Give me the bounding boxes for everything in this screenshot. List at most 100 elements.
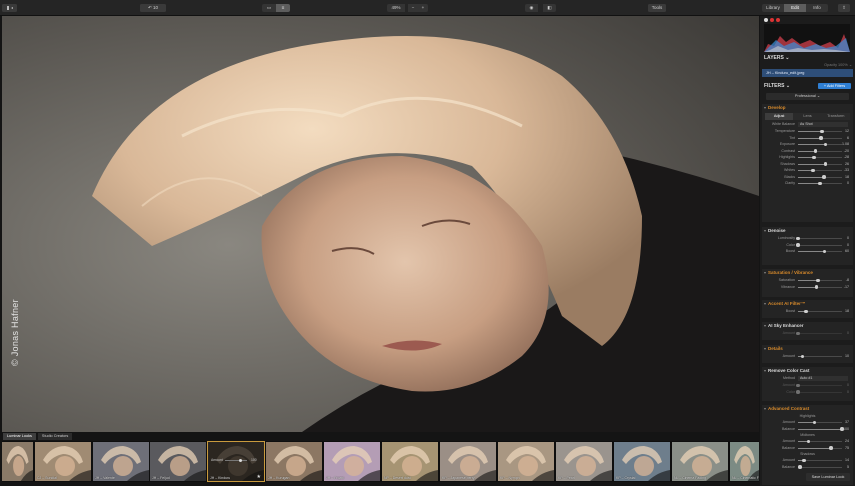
- details-title[interactable]: Details: [762, 345, 853, 353]
- slider-track[interactable]: [798, 142, 842, 147]
- zoom-out-button[interactable]: −: [408, 4, 418, 12]
- method-select[interactable]: Auto #1: [798, 376, 848, 381]
- slider-value[interactable]: 0: [847, 389, 849, 396]
- look-amount-track[interactable]: [225, 460, 247, 461]
- slider-handle[interactable]: [806, 439, 811, 444]
- slider-handle[interactable]: [820, 129, 824, 134]
- slider-track[interactable]: [798, 446, 842, 450]
- look-thumbnail[interactable]: KP – Japanese berry: [440, 442, 496, 481]
- zoom-in-button[interactable]: +: [418, 4, 428, 12]
- tab-lens[interactable]: Lens: [793, 113, 822, 120]
- slider-track[interactable]: [798, 309, 842, 314]
- look-thumbnail[interactable]: JH – Feljud: [150, 442, 206, 481]
- slider-track[interactable]: [796, 331, 842, 336]
- layers-header[interactable]: LAYERS ⌄: [764, 54, 852, 62]
- slider-value[interactable]: 18: [845, 308, 849, 315]
- shadow-clip-icon[interactable]: [764, 18, 768, 22]
- look-thumbnail[interactable]: JH – Frozni: [324, 442, 380, 481]
- slider-handle[interactable]: [812, 155, 816, 160]
- slider-track[interactable]: [798, 278, 842, 283]
- slider-handle[interactable]: [814, 285, 819, 289]
- slider-handle[interactable]: [798, 465, 802, 469]
- look-thumbnail[interactable]: JH – Valente: [93, 442, 149, 481]
- slider-handle[interactable]: [800, 354, 805, 359]
- export-button[interactable]: [2, 4, 17, 12]
- accent-ai-title[interactable]: Accent AI Filter™: [762, 300, 853, 308]
- tab-edit[interactable]: Edit: [784, 4, 806, 12]
- slider-handle[interactable]: [819, 136, 823, 140]
- look-thumbnail[interactable]: JH – Kurugan: [266, 442, 322, 481]
- develop-title[interactable]: Develop: [762, 104, 853, 112]
- slider-value[interactable]: 5: [847, 464, 849, 471]
- look-thumbnail[interactable]: NP – Desert dust: [382, 442, 438, 481]
- share-button[interactable]: ⇪: [838, 4, 850, 12]
- tab-library[interactable]: Library: [762, 4, 784, 12]
- look-thumbnail[interactable]: [2, 442, 33, 481]
- slider-track[interactable]: [798, 168, 842, 173]
- slider-track[interactable]: [798, 420, 842, 425]
- eye-button[interactable]: ◉: [525, 4, 538, 12]
- slider-track[interactable]: [796, 243, 842, 247]
- add-filters-button[interactable]: + Add Filters: [818, 83, 851, 89]
- slider-handle[interactable]: [822, 175, 826, 179]
- workspace-select[interactable]: Professional ⌄: [766, 93, 849, 100]
- slider-track[interactable]: [798, 129, 842, 134]
- favorite-star-icon[interactable]: ★: [257, 474, 261, 480]
- slider-handle[interactable]: [796, 236, 800, 241]
- slider-track[interactable]: [798, 136, 842, 140]
- slider-value[interactable]: 60: [845, 248, 849, 255]
- single-view-button[interactable]: ▭: [262, 4, 276, 12]
- look-thumbnail[interactable]: KP – Nymph: [498, 442, 554, 481]
- zoom-level[interactable]: 49%: [387, 4, 405, 12]
- slider-value[interactable]: 100: [843, 426, 849, 433]
- slider-handle[interactable]: [796, 331, 800, 336]
- slider-track[interactable]: [798, 149, 842, 153]
- save-luminar-look-button[interactable]: Save Luminar Look: [806, 473, 850, 481]
- slider-value[interactable]: 0: [847, 180, 849, 187]
- look-thumbnail[interactable]: CJ – Sundial: [35, 442, 91, 481]
- slider-track[interactable]: [796, 390, 842, 394]
- slider-value[interactable]: -17: [844, 284, 849, 291]
- saturation-title[interactable]: Saturation / Vibrance: [762, 269, 853, 277]
- slider-handle[interactable]: [804, 309, 808, 314]
- slider-value[interactable]: 75: [845, 445, 849, 452]
- tab-info[interactable]: Info: [806, 4, 828, 12]
- look-thumbnail[interactable]: KP – Crystal: [614, 442, 670, 481]
- undo-button[interactable]: ↶ 10: [140, 4, 166, 12]
- slider-track[interactable]: [798, 354, 842, 359]
- tab-studio-creators[interactable]: Studio Creators: [37, 433, 73, 440]
- slider-handle[interactable]: [818, 181, 822, 186]
- advanced-contrast-title[interactable]: Advanced Contrast: [762, 405, 853, 413]
- slider-handle[interactable]: [796, 243, 800, 247]
- tab-transform[interactable]: Transform: [821, 113, 850, 120]
- slider-track[interactable]: [798, 175, 842, 179]
- red-clip-icon[interactable]: [776, 18, 780, 22]
- tools-button[interactable]: Tools: [648, 4, 666, 12]
- ai-sky-title[interactable]: AI Sky Enhancer: [762, 322, 853, 330]
- slider-handle[interactable]: [823, 162, 828, 166]
- compare-button[interactable]: ◧: [543, 4, 556, 12]
- layer-opacity[interactable]: Opacity 100% ⌄: [764, 62, 852, 68]
- slider-track[interactable]: [798, 439, 842, 444]
- denoise-title[interactable]: Denoise: [762, 227, 853, 235]
- tab-adjust[interactable]: Adjust: [765, 113, 794, 120]
- tab-luminar-looks[interactable]: Luminar Looks: [3, 433, 36, 440]
- slider-track[interactable]: [798, 285, 842, 289]
- image-canvas[interactable]: © Jonas Hafner: [2, 16, 759, 432]
- look-thumbnail[interactable]: NL – Cinematic Fx: [730, 442, 759, 481]
- look-amount-slider[interactable]: Amount 100: [211, 458, 261, 462]
- slider-handle[interactable]: [822, 249, 827, 254]
- slider-track[interactable]: [798, 458, 842, 463]
- slider-track[interactable]: [798, 427, 844, 431]
- slider-track[interactable]: [796, 383, 842, 388]
- highlight-clip-icon[interactable]: [770, 18, 774, 22]
- slider-track[interactable]: [798, 181, 842, 186]
- slider-handle[interactable]: [812, 420, 817, 425]
- look-thumbnail[interactable]: KP – Pearl: [556, 442, 612, 481]
- look-thumbnail[interactable]: NL – Cinema Fading: [672, 442, 728, 481]
- look-amount-handle[interactable]: [239, 458, 242, 462]
- layer-item[interactable]: JH – Kinduru_edit.jpeg: [762, 69, 853, 77]
- slider-track[interactable]: [798, 465, 842, 469]
- slider-handle[interactable]: [816, 278, 820, 283]
- slider-handle[interactable]: [813, 149, 818, 153]
